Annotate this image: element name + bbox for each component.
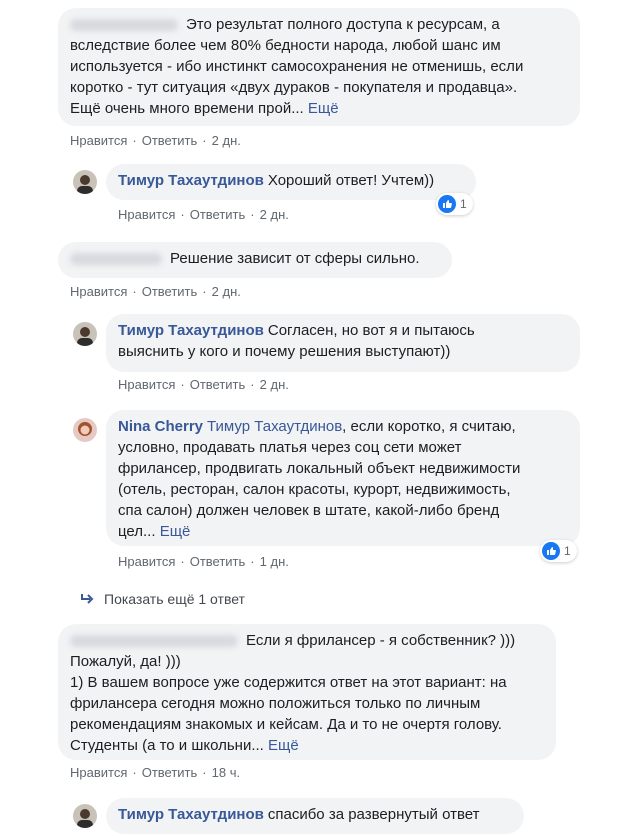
comment-text: цел... [118, 523, 156, 540]
like-reaction-icon [542, 542, 560, 560]
timestamp[interactable]: 1 дн. [260, 554, 289, 569]
comment-actions: Нравится · Ответить · 1 дн. [118, 554, 289, 569]
comment-text: используется - ибо инстинкт самосохранен… [70, 58, 524, 75]
comment-bubble: Если я фрилансер - я собственник? ))) По… [58, 624, 556, 760]
reply-arrow-icon [81, 594, 94, 604]
timestamp[interactable]: 2 дн. [212, 133, 241, 148]
comment-actions: Нравится · Ответить · 2 дн. [70, 284, 241, 299]
timestamp[interactable]: 2 дн. [212, 284, 241, 299]
reply-button[interactable]: Ответить [190, 554, 246, 569]
reaction-count[interactable]: 1 [540, 540, 577, 562]
comment-text: рекомендациям знакомых и кейсам. Да и то… [70, 716, 502, 733]
comment-text: фрилансера сегодня можно положиться толь… [70, 695, 481, 712]
comment-author[interactable]: Тимур Тахаутдинов [118, 806, 264, 823]
comment-author[interactable]: Nina Cherry [118, 418, 203, 435]
comment-actions: Нравится · Ответить · 18 ч. [70, 765, 241, 780]
blurred-author-name [70, 635, 238, 648]
comment-bubble: Решение зависит от сферы сильно. [58, 242, 452, 278]
comment-bubble: Тимур Тахаутдинов Согласен, но вот я и пы… [106, 314, 580, 372]
comment-text: Ещё очень много времени прой... [70, 100, 304, 117]
blurred-author-name [70, 253, 162, 266]
comment-text: выяснить у кого и почему решения выступа… [118, 343, 451, 360]
comment-author[interactable]: Тимур Тахаутдинов [118, 172, 264, 189]
comment-text: спа салон) должен человек в штате, какой… [118, 502, 500, 519]
show-more-replies-link[interactable]: Показать ещё 1 ответ [80, 591, 245, 607]
avatar[interactable] [73, 322, 97, 346]
comment-text: 1) В вашем вопросе уже содержится ответ … [70, 674, 507, 691]
reply-button[interactable]: Ответить [142, 284, 198, 299]
reaction-count[interactable]: 1 [436, 193, 473, 215]
like-reaction-icon [438, 195, 456, 213]
comment-text: вследствие более чем 80% бедности народа… [70, 37, 501, 54]
comment-text: Пожалуй, да! ))) [70, 653, 181, 670]
comment-actions: Нравится · Ответить · 2 дн. [118, 377, 289, 392]
comment-text: Если я фрилансер - я собственник? ))) [246, 632, 516, 649]
comment-text: Согласен, но вот я и пытаюсь [267, 322, 475, 339]
comment-text: спасибо за развернутый ответ [267, 806, 480, 823]
comment-text: Это результат полного доступа к ресурсам… [70, 14, 568, 35]
like-button[interactable]: Нравится [70, 133, 127, 148]
timestamp[interactable]: 2 дн. [260, 207, 289, 222]
comment-author[interactable]: Тимур Тахаутдинов [118, 322, 264, 339]
see-more-link[interactable]: Ещё [308, 100, 339, 117]
comment-text: Хороший ответ! Учтем)) [267, 172, 435, 189]
comment-text: (отель, ресторан, салон красоты, курорт,… [118, 481, 511, 498]
comment-text: коротко - тут ситуация «двух дураков - п… [70, 79, 518, 96]
reply-button[interactable]: Ответить [142, 133, 198, 148]
comment-text: , если коротко, я считаю, [342, 418, 516, 435]
timestamp[interactable]: 2 дн. [260, 377, 289, 392]
like-button[interactable]: Нравится [118, 377, 175, 392]
comment-text: Решение зависит от сферы сильно. [170, 250, 420, 267]
like-button[interactable]: Нравится [118, 207, 175, 222]
blurred-author-name [70, 19, 178, 32]
comment-actions: Нравится · Ответить · 2 дн. [70, 133, 241, 148]
see-more-link[interactable]: Ещё [268, 737, 299, 754]
show-more-replies-label: Показать ещё 1 ответ [104, 591, 245, 607]
mention-link[interactable]: Тимур Тахаутдинов [207, 418, 342, 435]
reply-button[interactable]: Ответить [190, 207, 246, 222]
comment-bubble: Это результат полного доступа к ресурсам… [58, 8, 580, 126]
like-button[interactable]: Нравится [70, 765, 127, 780]
reply-button[interactable]: Ответить [142, 765, 198, 780]
avatar[interactable] [73, 804, 97, 828]
see-more-link[interactable]: Ещё [160, 523, 191, 540]
comment-actions: Нравится · Ответить · 2 дн. [118, 207, 289, 222]
comment-bubble: Nina Cherry Тимур Тахаутдинов, если корот… [106, 410, 580, 546]
reply-button[interactable]: Ответить [190, 377, 246, 392]
comment-text: фрилансер, продвигать локальный объект н… [118, 460, 521, 477]
comment-bubble: Тимур Тахаутдинов спасибо за развернутый … [106, 798, 524, 834]
like-button[interactable]: Нравится [118, 554, 175, 569]
timestamp[interactable]: 18 ч. [212, 765, 240, 780]
comment-bubble: Тимур Тахаутдинов Хороший ответ! Учтем)) [106, 164, 476, 200]
avatar[interactable] [73, 170, 97, 194]
comment-text: условно, продавать платья через соц сети… [118, 439, 462, 456]
like-button[interactable]: Нравится [70, 284, 127, 299]
comment-text: Студенты (а то и школьни... [70, 737, 264, 754]
avatar[interactable] [73, 418, 97, 442]
